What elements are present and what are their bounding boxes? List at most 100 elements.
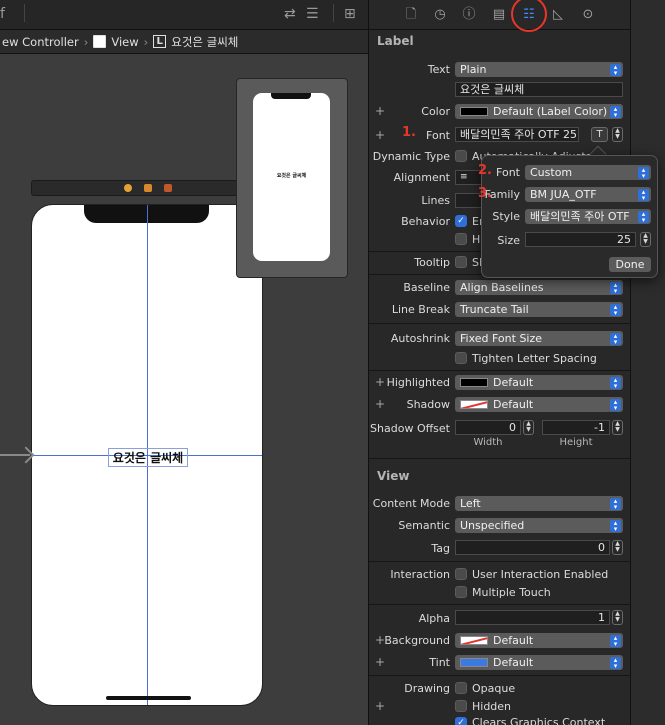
preview-notch <box>271 93 311 99</box>
annotation-circle <box>511 0 547 32</box>
breadcrumb-controller[interactable]: ew Controller <box>2 35 79 49</box>
tint-label: Tint <box>429 656 450 669</box>
popover-font-value: Custom <box>530 166 573 179</box>
breadcrumb-view[interactable]: View <box>111 35 138 49</box>
tint-color-popup[interactable]: Default ▴ ▾ <box>455 655 623 670</box>
font-popover: 2. Font Custom ▴ ▾ 3. Family BM JUA_OTF ▴ ▾ … <box>478 155 658 278</box>
baseline-popup[interactable]: Align Baselines ▴ ▾ <box>455 280 623 295</box>
identity-inspector-icon[interactable]: ▤ <box>491 7 507 23</box>
opaque-checkbox[interactable] <box>455 682 467 694</box>
connections-inspector-icon[interactable]: ⊙ <box>580 7 596 23</box>
shadow-label: Shadow <box>406 398 450 411</box>
exit-icon[interactable] <box>164 184 172 192</box>
tint-value: Default <box>493 656 534 669</box>
drawing-label: Drawing <box>404 682 450 695</box>
popover-font-popup[interactable]: Custom ▴ ▾ <box>525 165 651 180</box>
content-mode-label: Content Mode <box>372 497 450 510</box>
highlighted-color-popup[interactable]: Default ▴ ▾ <box>455 375 623 390</box>
popup-arrows-icon: ▴ ▾ <box>610 105 621 118</box>
hidden-checkbox[interactable] <box>455 700 467 712</box>
clears-context-checkbox[interactable]: ✓ <box>455 717 467 725</box>
text-type-value: Plain <box>460 63 487 76</box>
shadow-height-stepper[interactable]: ▲ ▼ <box>612 420 623 435</box>
tooltip-checkbox[interactable] <box>455 256 467 268</box>
alignment-label: Alignment <box>393 171 450 184</box>
iphone-scene[interactable]: 요것은 글씨체 <box>31 204 263 706</box>
multiple-touch-text: Multiple Touch <box>472 586 551 599</box>
lines-label: Lines <box>421 194 450 207</box>
shadow-width-stepper[interactable]: ▲ ▼ <box>523 420 534 435</box>
alpha-stepper[interactable]: ▲ ▼ <box>612 610 623 625</box>
popover-style-popup[interactable]: 배달의민족 주아 OTF ▴ ▾ <box>525 209 651 224</box>
text-content-field[interactable]: 요것은 글씨체 <box>455 82 623 97</box>
content-mode-popup[interactable]: Left ▴ ▾ <box>455 496 623 511</box>
color-popup[interactable]: Default (Label Color) ▴ ▾ <box>455 104 623 119</box>
popup-arrows-icon: ▴ ▾ <box>610 398 621 411</box>
storyboard-canvas[interactable]: f ⇄ ☰ ⊞ ew Controller › View › L 요것은 글씨체… <box>0 0 368 725</box>
tighten-spacing-text: Tighten Letter Spacing <box>472 352 597 365</box>
swap-arrows-icon[interactable]: ⇄ <box>284 6 296 22</box>
font-picker-icon[interactable]: T <box>591 127 608 142</box>
text-type-popup[interactable]: Plain ▴ ▾ <box>455 62 623 77</box>
breadcrumb-label[interactable]: 요것은 글씨체 <box>171 34 238 50</box>
add-variation-icon[interactable]: + <box>375 699 385 713</box>
color-swatch <box>460 107 488 116</box>
autoshrink-popup[interactable]: Fixed Font Size ▴ ▾ <box>455 331 623 346</box>
dynamic-type-checkbox[interactable] <box>455 150 467 162</box>
divider <box>369 370 630 371</box>
opaque-text: Opaque <box>472 682 516 695</box>
popover-size-field[interactable]: 25 <box>525 232 636 247</box>
line-break-popup[interactable]: Truncate Tail ▴ ▾ <box>455 302 623 317</box>
help-inspector-icon[interactable]: ⓘ <box>461 7 477 23</box>
behavior-highlighted-checkbox[interactable] <box>455 233 467 245</box>
preview-label: 요것은 글씨체 <box>276 173 307 179</box>
semantic-popup[interactable]: Unspecified ▴ ▾ <box>455 518 623 533</box>
font-field[interactable]: 배달의민족 주아 OTF 25.0 <box>455 127 579 142</box>
content-mode-value: Left <box>460 497 481 510</box>
line-break-value: Truncate Tail <box>460 303 529 316</box>
popup-arrows-icon: ▴ ▾ <box>610 656 621 669</box>
popup-arrows-icon: ▴ ▾ <box>610 376 621 389</box>
popover-family-popup[interactable]: BM JUA_OTF ▴ ▾ <box>525 187 651 202</box>
shadow-offset-width-field[interactable]: 0 <box>455 420 521 435</box>
shadow-offset-height-field[interactable]: -1 <box>542 420 610 435</box>
shadow-color-popup[interactable]: Default ▴ ▾ <box>455 397 623 412</box>
file-inspector-icon[interactable]: 🗋 <box>403 7 419 23</box>
alpha-label: Alpha <box>418 612 450 625</box>
tag-field[interactable]: 0 <box>455 540 610 555</box>
done-button[interactable]: Done <box>609 257 651 272</box>
behavior-enabled-checkbox[interactable]: ✓ <box>455 215 467 227</box>
font-size-stepper[interactable]: ▲ ▼ <box>612 127 623 142</box>
history-inspector-icon[interactable]: ◷ <box>432 7 448 23</box>
popup-arrows-icon: ▴ ▾ <box>610 303 621 316</box>
device-preview: 요것은 글씨체 <box>236 78 348 278</box>
multiple-touch-checkbox[interactable] <box>455 586 467 598</box>
tint-color-swatch <box>460 658 488 667</box>
popover-size-stepper[interactable]: ▲ ▼ <box>640 232 651 247</box>
background-value: Default <box>493 634 534 647</box>
divider <box>369 675 630 676</box>
popup-arrows-icon: ▴ ▾ <box>610 634 621 647</box>
first-responder-icon[interactable] <box>144 184 152 192</box>
popup-arrows-icon: ▴ ▾ <box>610 281 621 294</box>
popup-arrows-icon: ▴ ▾ <box>610 332 621 345</box>
lines-menu-icon[interactable]: ☰ <box>306 6 319 22</box>
tag-stepper[interactable]: ▲ ▼ <box>612 540 623 555</box>
user-interaction-checkbox[interactable] <box>455 568 467 580</box>
highlighted-label: Highlighted <box>386 376 450 389</box>
initial-view-arrow-icon <box>0 454 30 456</box>
background-color-popup[interactable]: Default ▴ ▾ <box>455 633 623 648</box>
text-label: Text <box>427 63 450 76</box>
size-inspector-icon[interactable]: ◺ <box>550 7 566 23</box>
semantic-value: Unspecified <box>460 519 525 532</box>
add-editor-icon[interactable]: ⊞ <box>344 6 356 22</box>
attributes-inspector: 🗋 ◷ ⓘ ▤ ☷ ◺ ⊙ Label Text Plain ▴ ▾ 요것은 글씨체… <box>368 0 630 725</box>
shadow-offset-label: Shadow Offset <box>370 422 450 435</box>
selected-label[interactable]: 요것은 글씨체 <box>108 448 188 467</box>
alpha-field[interactable]: 1 <box>455 610 610 625</box>
view-controller-icon[interactable] <box>124 184 132 192</box>
baseline-value: Align Baselines <box>460 281 544 294</box>
autoshrink-value: Fixed Font Size <box>460 332 543 345</box>
divider <box>369 458 630 459</box>
tighten-spacing-checkbox[interactable] <box>455 352 467 364</box>
